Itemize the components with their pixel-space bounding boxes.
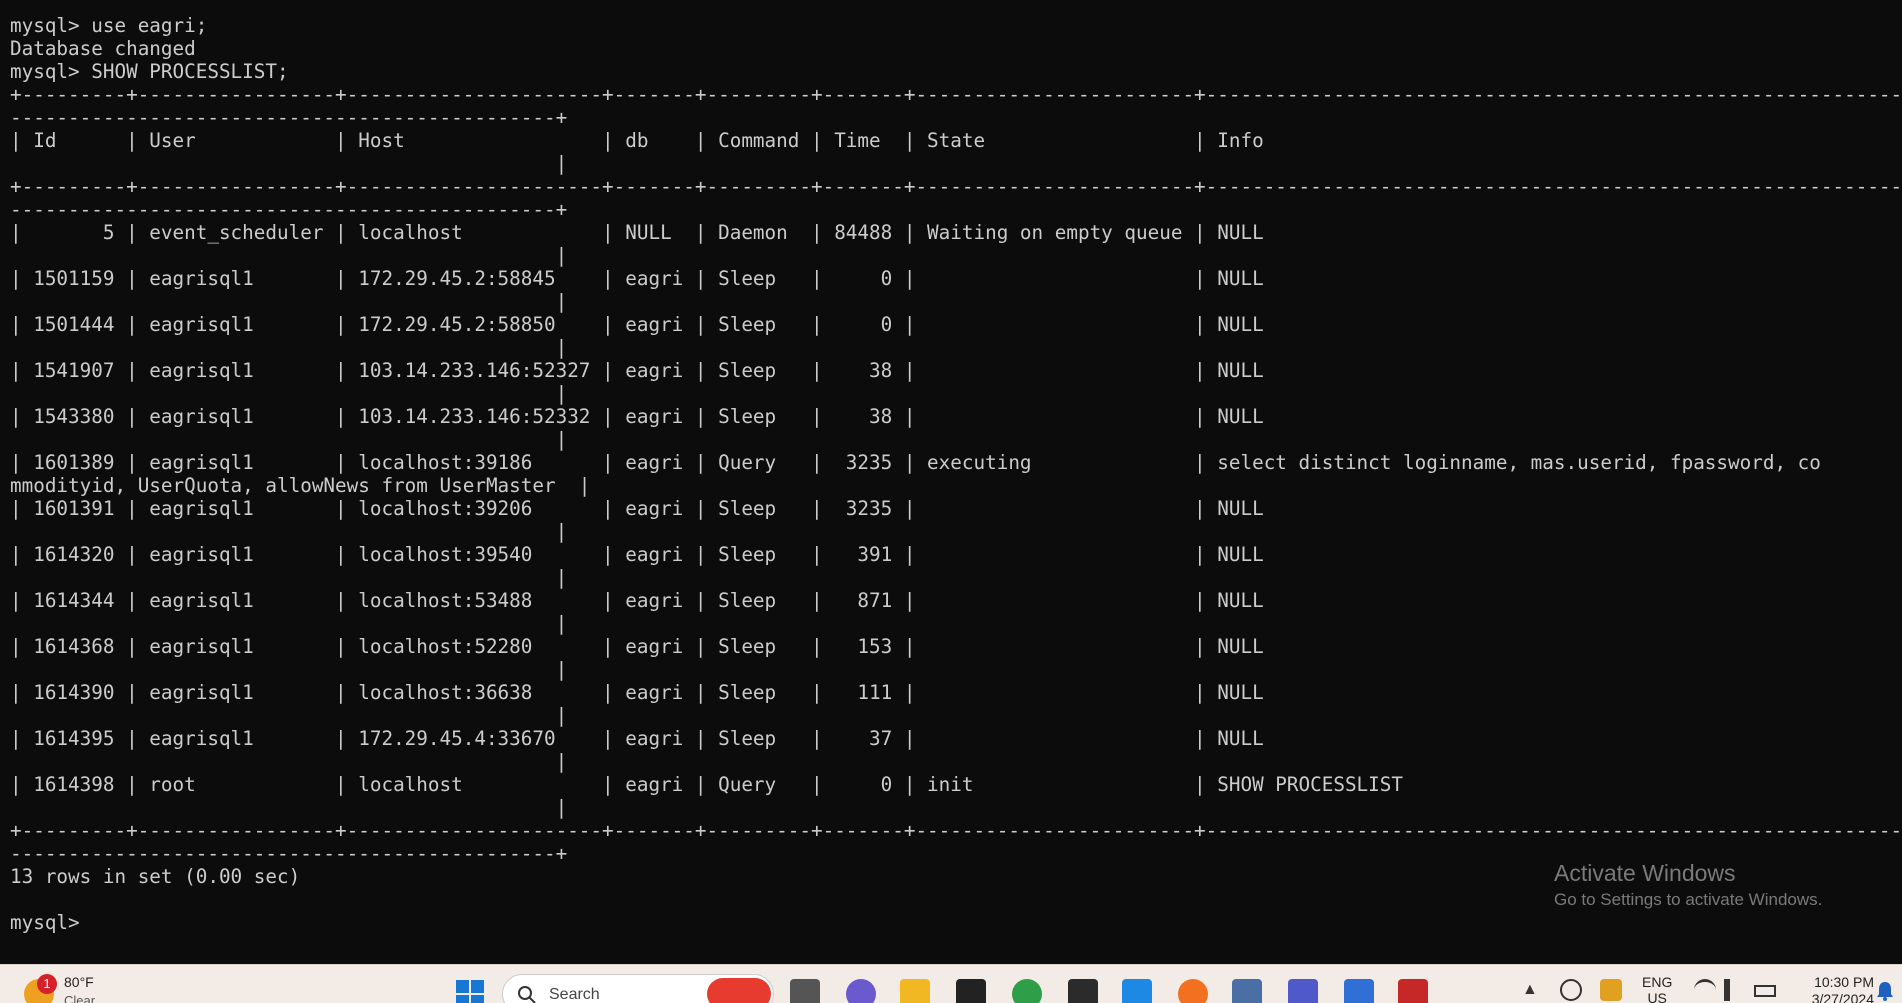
- terminal-line: | 1614344 | eagrisql1 | localhost:53488 …: [10, 589, 1902, 612]
- terminal-line: |: [10, 658, 1902, 681]
- volume-muted-icon[interactable]: [1724, 979, 1746, 1001]
- terminal-line: | 1541907 | eagrisql1 | 103.14.233.146:5…: [10, 359, 1902, 382]
- system-clock[interactable]: 10:30 PM 3/27/2024: [1790, 974, 1874, 1003]
- weather-temperature: 80°F: [64, 974, 94, 990]
- battery-icon[interactable]: [1754, 985, 1776, 997]
- windows-start-icon[interactable]: [455, 979, 485, 1003]
- search-highlight-icon: [707, 978, 771, 1003]
- terminal-line: |: [10, 566, 1902, 589]
- paint-app-icon[interactable]: [1178, 979, 1208, 1003]
- search-icon: [517, 985, 537, 1003]
- terminal-line: +---------+-----------------+-----------…: [10, 175, 1902, 198]
- terminal-line: +---------+-----------------+-----------…: [10, 83, 1902, 106]
- security-icon[interactable]: [1600, 979, 1622, 1001]
- app-icon[interactable]: [1398, 979, 1428, 1003]
- clock-time: 10:30 PM: [1790, 974, 1874, 991]
- terminal-line: |: [10, 152, 1902, 175]
- terminal-line: | 1614390 | eagrisql1 | localhost:36638 …: [10, 681, 1902, 704]
- clock-date: 3/27/2024: [1790, 991, 1874, 1003]
- terminal-line: | 1614368 | eagrisql1 | localhost:52280 …: [10, 635, 1902, 658]
- terminal-line: |: [10, 290, 1902, 313]
- terminal-line: mysql> use eagri;: [10, 14, 1902, 37]
- tray-overflow-chevron-icon[interactable]: ▲: [1522, 981, 1538, 999]
- taskbar: 1 80°F Clear Search ▲ ENG US 10:30 PM 3/…: [0, 964, 1902, 1003]
- terminal-line: |: [10, 428, 1902, 451]
- task-view-icon[interactable]: [790, 979, 820, 1003]
- region-code: US: [1642, 990, 1672, 1003]
- terminal-window[interactable]: mysql> use eagri;Database changedmysql> …: [0, 0, 1902, 964]
- terminal-line: | 1614395 | eagrisql1 | 172.29.45.4:3367…: [10, 727, 1902, 750]
- terminal-line: |: [10, 520, 1902, 543]
- terminal-line: |: [10, 796, 1902, 819]
- terminal-line: | 1614398 | root | localhost | eagri | Q…: [10, 773, 1902, 796]
- terminal-icon[interactable]: [1068, 979, 1098, 1003]
- activate-windows-watermark: Activate Windows Go to Settings to activ…: [1554, 858, 1822, 912]
- calculator-icon[interactable]: [1232, 979, 1262, 1003]
- taskbar-search-box[interactable]: Search: [502, 974, 774, 1003]
- terminal-line: mysql>: [10, 911, 1902, 934]
- language-code: ENG: [1642, 974, 1672, 990]
- vscode-icon[interactable]: [1122, 979, 1152, 1003]
- notepad-icon[interactable]: [1344, 979, 1374, 1003]
- terminal-line: | 1501159 | eagrisql1 | 172.29.45.2:5884…: [10, 267, 1902, 290]
- terminal-line: | 5 | event_scheduler | localhost | NULL…: [10, 221, 1902, 244]
- terminal-line: | 1614320 | eagrisql1 | localhost:39540 …: [10, 543, 1902, 566]
- terminal-output: mysql> use eagri;Database changedmysql> …: [10, 14, 1902, 934]
- teams-icon[interactable]: [1288, 979, 1318, 1003]
- terminal-line: | 1601389 | eagrisql1 | localhost:39186 …: [10, 451, 1902, 474]
- chrome-icon[interactable]: [1012, 979, 1042, 1003]
- watermark-title: Activate Windows: [1554, 858, 1822, 888]
- terminal-line: | 1501444 | eagrisql1 | 172.29.45.2:5885…: [10, 313, 1902, 336]
- terminal-line: |: [10, 244, 1902, 267]
- terminal-line: |: [10, 750, 1902, 773]
- language-indicator[interactable]: ENG US: [1642, 974, 1672, 1003]
- terminal-line: ----------------------------------------…: [10, 106, 1902, 129]
- terminal-line: mmodityid, UserQuota, allowNews from Use…: [10, 474, 1902, 497]
- sticky-app-icon[interactable]: [956, 979, 986, 1003]
- video-call-icon[interactable]: [846, 979, 876, 1003]
- weather-alert-badge: 1: [37, 974, 57, 994]
- terminal-line: |: [10, 382, 1902, 405]
- terminal-line: ----------------------------------------…: [10, 198, 1902, 221]
- wifi-icon[interactable]: [1694, 979, 1716, 1001]
- file-explorer-icon[interactable]: [900, 979, 930, 1003]
- watermark-subtitle: Go to Settings to activate Windows.: [1554, 888, 1822, 912]
- terminal-line: Database changed: [10, 37, 1902, 60]
- terminal-line: |: [10, 336, 1902, 359]
- terminal-line: |: [10, 704, 1902, 727]
- terminal-line: | Id | User | Host | db | Command | Time…: [10, 129, 1902, 152]
- terminal-line: |: [10, 612, 1902, 635]
- notification-bell-icon[interactable]: [1876, 981, 1894, 1001]
- weather-widget[interactable]: 1 80°F Clear: [0, 965, 120, 1003]
- terminal-line: | 1543380 | eagrisql1 | 103.14.233.146:5…: [10, 405, 1902, 428]
- terminal-line: | 1601391 | eagrisql1 | localhost:39206 …: [10, 497, 1902, 520]
- terminal-line: mysql> SHOW PROCESSLIST;: [10, 60, 1902, 83]
- terminal-line: +---------+-----------------+-----------…: [10, 819, 1902, 842]
- search-label: Search: [549, 986, 600, 1003]
- onedrive-icon[interactable]: [1560, 979, 1582, 1001]
